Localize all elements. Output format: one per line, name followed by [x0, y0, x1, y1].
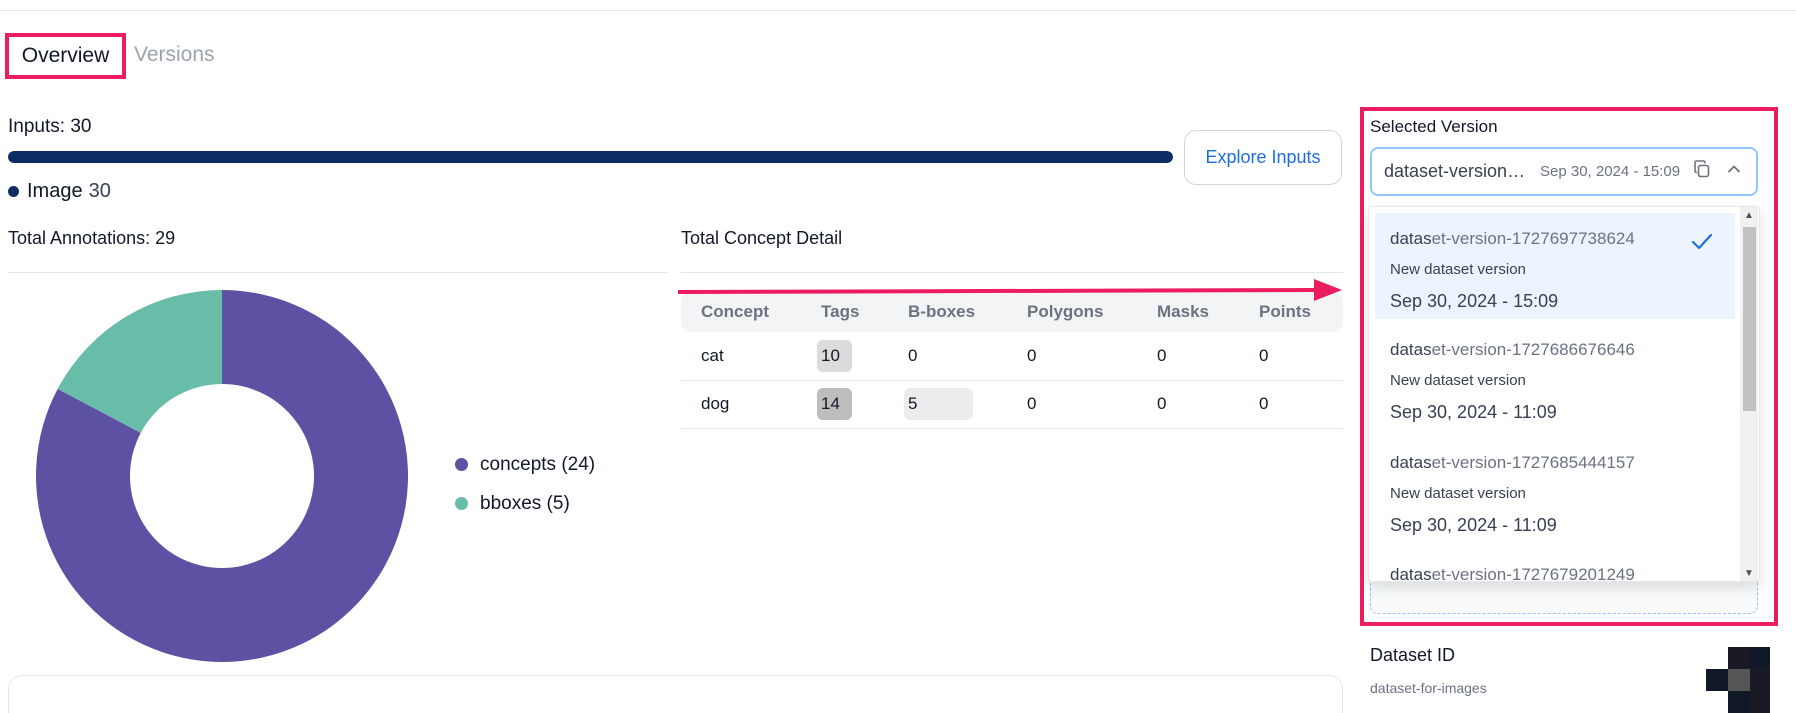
polygons-cell: 0: [1007, 332, 1137, 381]
image-legend-label: Image: [27, 180, 83, 202]
version-option-name-rest: et-version-1727697738624: [1431, 229, 1635, 248]
version-option-name: dataset-version-1727685444157: [1390, 453, 1735, 473]
legend-label: bboxes (5): [480, 492, 570, 514]
bboxes-cell: 0: [888, 332, 1007, 381]
tab-versions[interactable]: Versions: [134, 43, 215, 67]
donut-legend-item[interactable]: bboxes (5): [455, 484, 595, 523]
concept-cell: cat: [681, 332, 801, 381]
image-legend-count: 30: [88, 180, 111, 202]
top-divider: [0, 10, 1796, 11]
bboxes-cell: 5: [904, 388, 974, 420]
version-option-desc: New dataset version: [1390, 372, 1526, 389]
version-option[interactable]: dataset-version-1727686676646 New datase…: [1375, 324, 1735, 430]
version-option-name-prefix: datas: [1390, 453, 1432, 472]
inputs-legend: Image 30: [8, 180, 111, 203]
version-option-desc: New dataset version: [1390, 485, 1526, 502]
version-option-name-rest: et-version-1727686676646: [1431, 340, 1635, 359]
tab-overview[interactable]: Overview: [5, 33, 126, 79]
table-row: dog 14 5 0 0 0: [681, 380, 1343, 429]
annotations-donut-chart: [36, 290, 408, 662]
dropdown-scrollbar[interactable]: ▲ ▼: [1740, 207, 1758, 581]
annotations-divider: [8, 272, 668, 273]
version-option-desc: New dataset version: [1390, 261, 1526, 278]
concept-cell: dog: [681, 380, 801, 429]
explore-inputs-button[interactable]: Explore Inputs: [1184, 130, 1342, 185]
inputs-progress-fill: [8, 151, 1173, 163]
scroll-up-arrow-icon[interactable]: ▲: [1744, 211, 1754, 221]
concept-table: Concept Tags B-boxes Polygons Masks Poin…: [681, 292, 1343, 429]
copy-icon[interactable]: [1692, 159, 1712, 184]
version-option-date: Sep 30, 2024 - 11:09: [1390, 402, 1557, 422]
bottom-card: [8, 675, 1343, 713]
inputs-progress-bar: [8, 151, 1173, 163]
polygons-cell: 0: [1007, 380, 1137, 429]
points-cell: 0: [1239, 332, 1343, 381]
inputs-count-label: Inputs: 30: [8, 116, 92, 137]
chevron-up-icon[interactable]: [1726, 161, 1742, 182]
version-option-name-rest: et-version-1727685444157: [1431, 453, 1635, 472]
version-option-name-prefix: datas: [1390, 229, 1432, 248]
version-option-name-rest: et-version-1727679201249: [1431, 565, 1635, 582]
tags-cell: 10: [817, 339, 852, 372]
version-option[interactable]: dataset-version-1727697738624 New datase…: [1375, 213, 1735, 319]
check-icon: [1691, 233, 1713, 256]
tags-cell: 14: [817, 388, 852, 420]
table-row: cat 10 0 0 0 0: [681, 332, 1343, 381]
concept-divider: [681, 272, 1343, 273]
legend-label: concepts (24): [480, 453, 596, 475]
version-option-date: Sep 30, 2024 - 15:09: [1390, 291, 1559, 311]
dataset-id-value: dataset-for-images: [1370, 680, 1487, 696]
scroll-down-arrow-icon[interactable]: ▼: [1744, 569, 1754, 579]
legend-dot: [455, 458, 468, 471]
donut-legend-item[interactable]: concepts (24): [455, 445, 595, 484]
version-option-name-prefix: datas: [1390, 565, 1432, 582]
version-select-value: dataset-version-1727697738624: [1384, 161, 1530, 181]
version-select-date: Sep 30, 2024 - 15:09: [1540, 163, 1681, 180]
donut-legend: concepts (24) bboxes (5): [455, 445, 595, 523]
scrollbar-thumb[interactable]: [1743, 227, 1756, 411]
legend-dot: [455, 497, 468, 510]
image-legend-dot: [8, 186, 19, 197]
version-option-name: dataset-version-1727679201249: [1390, 565, 1735, 582]
masks-cell: 0: [1137, 332, 1239, 381]
dataset-id-label: Dataset ID: [1370, 645, 1456, 665]
version-option[interactable]: dataset-version-1727679201249: [1375, 549, 1735, 582]
version-dropdown-list[interactable]: dataset-version-1727697738624 New datase…: [1368, 206, 1760, 582]
version-option-date: Sep 30, 2024 - 11:09: [1390, 515, 1557, 535]
pixel-logo-icon: [1706, 645, 1772, 713]
version-option-name: dataset-version-1727697738624: [1390, 229, 1735, 249]
version-option-name: dataset-version-1727686676646: [1390, 340, 1735, 360]
version-select[interactable]: dataset-version-1727697738624 Sep 30, 20…: [1370, 147, 1758, 196]
version-option-name-prefix: datas: [1390, 340, 1432, 359]
selected-version-label: Selected Version: [1370, 117, 1498, 136]
version-option[interactable]: dataset-version-1727685444157 New datase…: [1375, 437, 1735, 543]
tab-overview-label: Overview: [21, 44, 110, 67]
total-annotations-title: Total Annotations: 29: [8, 228, 176, 248]
concept-detail-title: Total Concept Detail: [681, 228, 843, 248]
masks-cell: 0: [1137, 380, 1239, 429]
points-cell: 0: [1239, 380, 1343, 429]
annotation-arrow: [677, 279, 1342, 301]
